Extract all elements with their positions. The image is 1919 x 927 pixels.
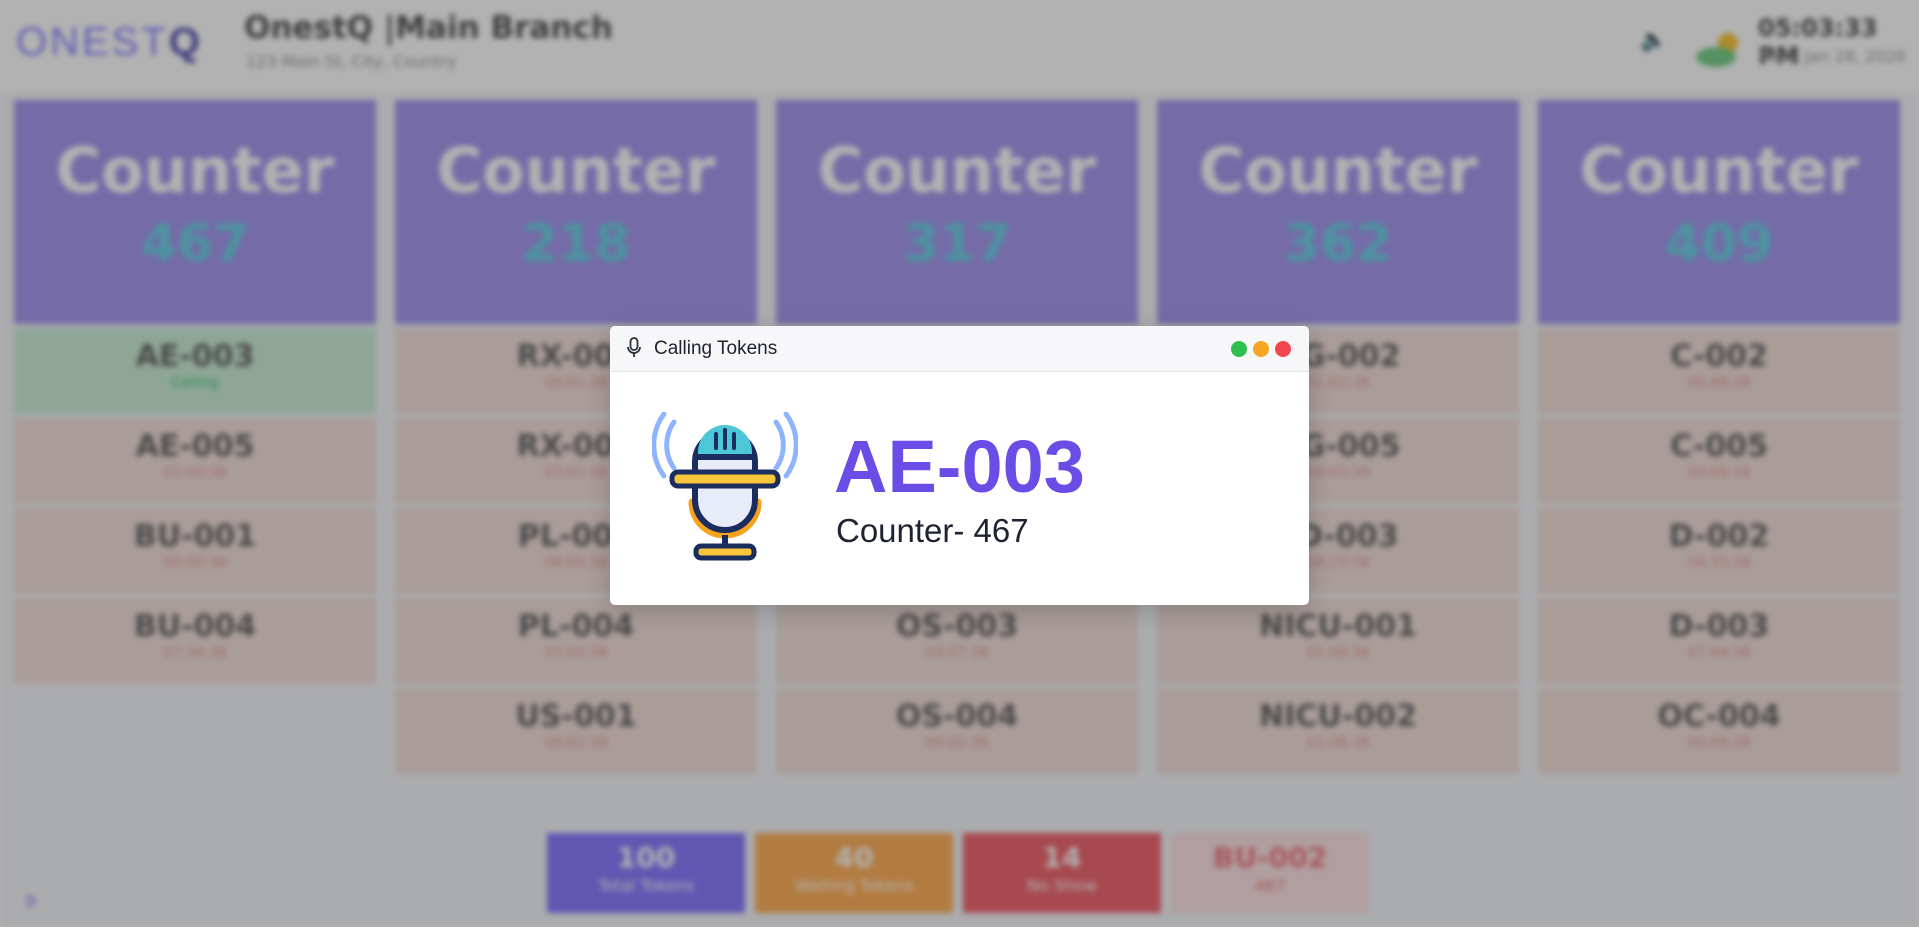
close-button[interactable] <box>1275 341 1291 357</box>
microphone-icon <box>627 337 641 357</box>
modal-body: AE-003 Counter- 467 <box>610 372 1309 605</box>
calling-microphone-icon <box>652 412 798 561</box>
maximize-button[interactable] <box>1231 341 1247 357</box>
modal-title: Calling Tokens <box>654 338 778 359</box>
modal-header: Calling Tokens <box>610 326 1309 372</box>
minimize-button[interactable] <box>1253 341 1269 357</box>
calling-counter-label: Counter- 467 <box>836 512 1029 549</box>
calling-tokens-modal: Calling Tokens AE-003 Counter- 467 <box>610 326 1309 605</box>
calling-token-number: AE-003 <box>834 425 1085 508</box>
